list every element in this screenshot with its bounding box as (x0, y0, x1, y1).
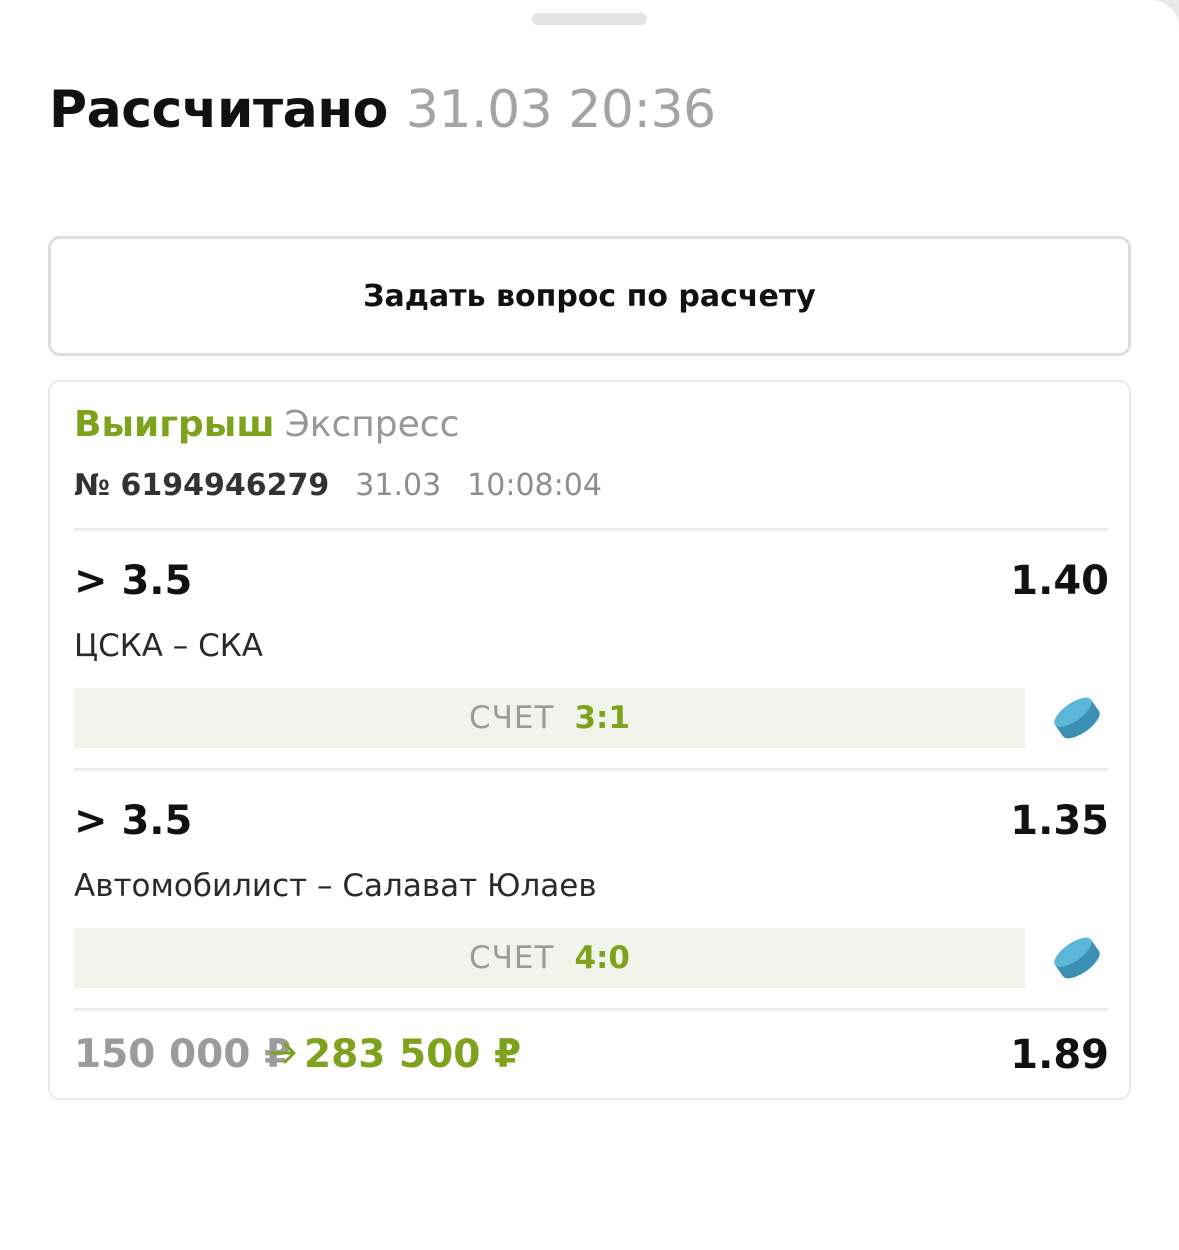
arrow-right-icon (270, 1042, 296, 1064)
divider (74, 528, 1109, 531)
event-row: > 3.5 1.35 Автомобилист – Салават Юлаев … (50, 772, 1133, 1012)
score-value: 3:1 (574, 700, 630, 736)
event-selection: > 3.5 (74, 558, 193, 604)
bet-time: 10:08:04 (467, 468, 602, 503)
divider (74, 1008, 1109, 1011)
divider (74, 768, 1109, 771)
sheet-grabber-handle[interactable] (532, 13, 647, 25)
bet-date: 31.03 (355, 468, 442, 503)
score-label: СЧЕТ (469, 940, 555, 976)
hockey-puck-icon (1054, 937, 1100, 979)
bet-meta: № 6194946279 31.03 10:08:04 (74, 468, 602, 503)
stake-amount: 150 000 ₽ (74, 1032, 292, 1077)
ask-question-button[interactable]: Задать вопрос по расчету (48, 236, 1131, 356)
score-value: 4:0 (574, 940, 630, 976)
event-score-bar: СЧЕТ 3:1 (74, 688, 1025, 748)
event-odds: 1.40 (1010, 558, 1109, 604)
bet-total-row: 150 000 ₽ 283 500 ₽ 1.89 (74, 1032, 1109, 1082)
page-title: Рассчитано (49, 80, 388, 140)
bet-status: Выигрыш (74, 404, 275, 445)
total-odds: 1.89 (1010, 1032, 1109, 1078)
payout-amount: 283 500 ₽ (304, 1032, 522, 1077)
settled-datetime: 31.03 20:36 (405, 80, 716, 140)
event-score-bar: СЧЕТ 4:0 (74, 928, 1025, 988)
score-label: СЧЕТ (469, 700, 555, 736)
bet-card: Выигрыш Экспресс № 6194946279 31.03 10:08… (48, 380, 1131, 1100)
hockey-puck-icon (1054, 697, 1100, 739)
bet-type: Экспресс (284, 404, 460, 445)
event-teams: Автомобилист – Салават Юлаев (74, 868, 597, 904)
bet-number: № 6194946279 (74, 468, 330, 503)
event-selection: > 3.5 (74, 798, 193, 844)
page-header: Рассчитано 31.03 20:36 (49, 80, 716, 150)
bet-details-sheet: Рассчитано 31.03 20:36 Задать вопрос по … (0, 0, 1179, 1250)
event-teams: ЦСКА – СКА (74, 628, 263, 664)
bet-status-line: Выигрыш Экспресс (74, 404, 459, 445)
event-row: > 3.5 1.40 ЦСКА – СКА СЧЕТ 3:1 (50, 532, 1133, 772)
event-odds: 1.35 (1010, 798, 1109, 844)
